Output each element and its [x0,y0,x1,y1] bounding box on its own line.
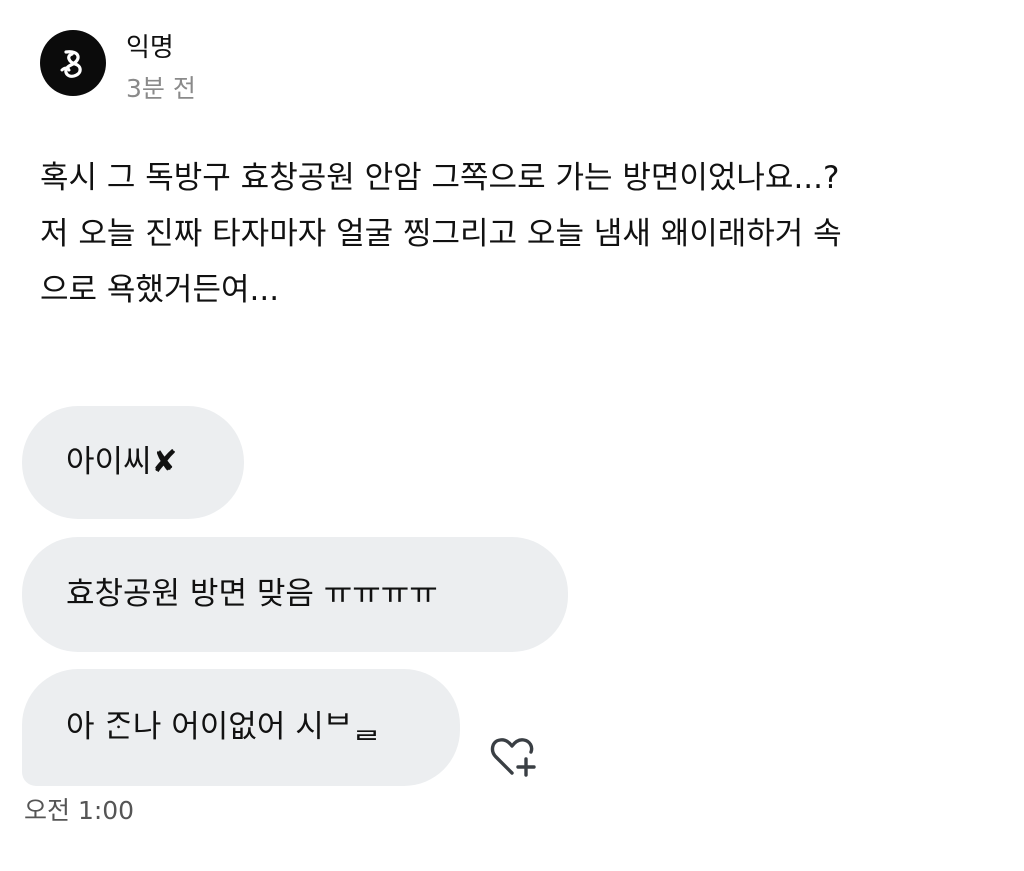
post-body: 혹시 그 독방구 효창공원 안암 그쪽으로 가는 방면이었나요...? 저 오늘… [40,150,1000,318]
message-bubble[interactable]: 아 ᄌᆞᆫ나 어이없어 시ᄇᆯ [22,669,460,786]
author-name[interactable]: 익명 [126,31,174,65]
message-timestamp: 오전 1:00 [24,796,135,825]
post-body-line: 혹시 그 독방구 효창공원 안암 그쪽으로 가는 방면이었나요...? [40,160,840,196]
add-reaction-button[interactable] [486,733,542,781]
heart-plus-icon [490,738,536,777]
post-body-line: 으로 욕했거든여... [40,272,280,308]
logo-icon [60,50,82,78]
post-body-line: 저 오늘 진짜 타자마자 얼굴 찡그리고 오늘 냄새 왜이래하거 속 [40,216,842,252]
message-bubble[interactable]: 아이씨✘ [22,406,244,519]
post-timestamp: 3분 전 [126,74,196,103]
message-bubble[interactable]: 효창공원 방면 맞음 ㅠㅠㅠㅠ [22,537,568,652]
avatar[interactable] [40,30,106,96]
